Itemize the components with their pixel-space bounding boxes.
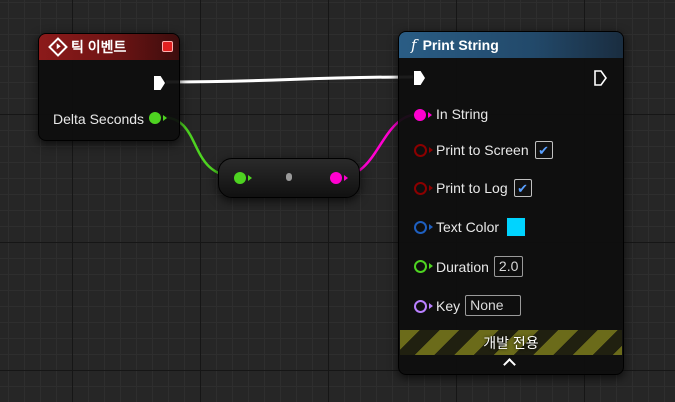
development-only-label: 개발 전용	[483, 334, 539, 351]
float-to-string-conversion-node[interactable]	[218, 158, 360, 198]
key-input[interactable]: None	[465, 295, 522, 316]
pin-arrow-icon	[344, 175, 348, 181]
text-color-label: Text Color	[436, 219, 500, 235]
pin-arrow-icon	[429, 263, 433, 269]
text-color-pin[interactable]	[414, 221, 427, 234]
delta-seconds-label: Delta Seconds	[53, 111, 145, 127]
chevron-up-icon[interactable]	[503, 358, 516, 371]
event-node-header[interactable]: 틱 이벤트	[39, 34, 179, 60]
duration-label: Duration	[436, 258, 489, 275]
pin-arrow-icon	[248, 175, 252, 181]
in-string-label: In String	[436, 106, 489, 122]
print-node-header[interactable]: f Print String	[399, 32, 623, 58]
conversion-dot-icon	[286, 173, 292, 181]
pin-arrow-icon	[428, 112, 432, 118]
in-string-pin[interactable]	[414, 109, 426, 121]
event-tick-node[interactable]: 틱 이벤트 Delta Seconds	[38, 33, 180, 141]
exec-out-pin[interactable]	[154, 76, 165, 90]
pin-arrow-icon	[429, 185, 433, 191]
exec-wire	[165, 75, 414, 84]
key-label: Key	[436, 297, 461, 314]
print-to-log-checkbox[interactable]: ✔	[513, 179, 532, 197]
print-to-log-pin[interactable]	[414, 182, 427, 195]
conversion-input-pin[interactable]	[234, 172, 246, 184]
duration-input[interactable]: 2.0	[493, 256, 524, 277]
print-node-title: Print String	[422, 37, 499, 53]
text-color-swatch[interactable]	[506, 217, 527, 237]
delegate-pin-icon[interactable]	[162, 41, 173, 52]
print-to-screen-label: Print to Screen	[436, 142, 529, 158]
pin-arrow-icon	[163, 115, 167, 121]
delta-seconds-pin[interactable]	[149, 112, 161, 124]
print-to-log-label: Print to Log	[436, 180, 508, 196]
function-icon: f	[411, 36, 417, 54]
event-icon	[48, 37, 68, 57]
pin-arrow-icon	[429, 303, 433, 309]
event-node-title: 틱 이벤트	[71, 39, 127, 55]
development-only-banner: 개발 전용	[400, 330, 622, 355]
exec-in-pin[interactable]	[414, 71, 425, 85]
pin-arrow-icon	[429, 147, 433, 153]
conversion-output-pin[interactable]	[330, 172, 342, 184]
key-pin[interactable]	[414, 300, 427, 313]
print-to-screen-checkbox[interactable]: ✔	[534, 141, 553, 159]
exec-out-pin[interactable]	[594, 70, 607, 86]
duration-pin[interactable]	[414, 260, 427, 273]
pin-arrow-icon	[429, 224, 433, 230]
print-string-node[interactable]: f Print String In String Print to Screen…	[398, 31, 624, 375]
print-to-screen-pin[interactable]	[414, 144, 427, 157]
